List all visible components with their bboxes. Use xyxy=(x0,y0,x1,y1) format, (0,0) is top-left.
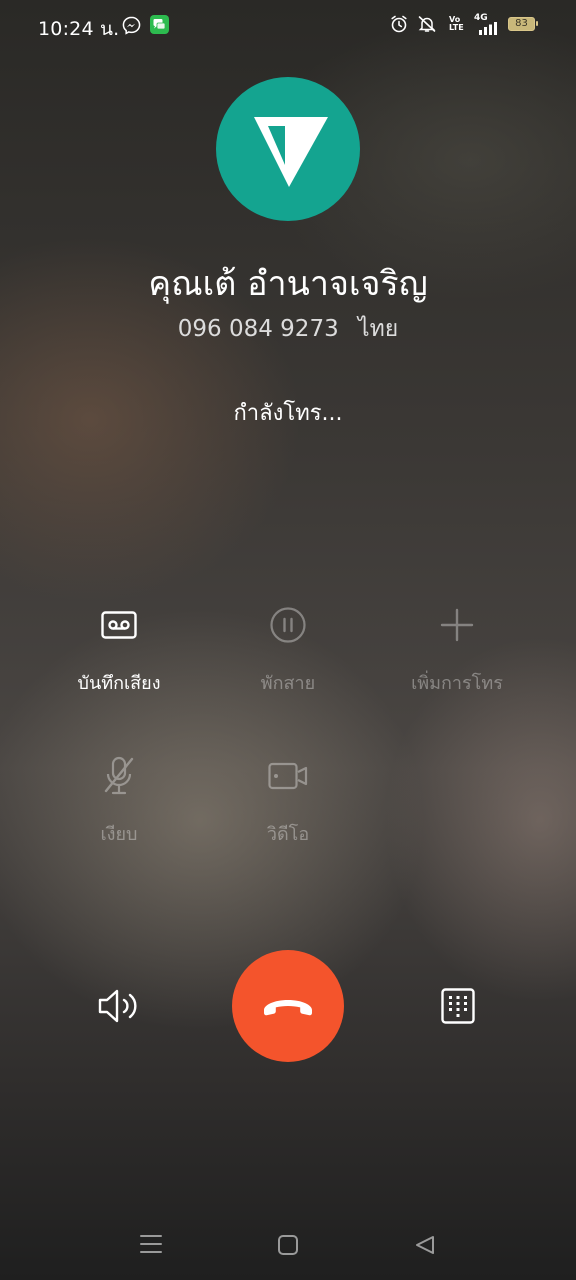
alarm-icon xyxy=(391,15,407,33)
messenger-icon xyxy=(122,16,141,35)
keypad-button[interactable] xyxy=(428,975,488,1037)
contact-country: ไทย xyxy=(358,316,399,342)
menu-icon[interactable] xyxy=(140,1234,162,1254)
call-status: กำลังโทร... xyxy=(233,401,343,426)
mute-button[interactable]: เงียบ xyxy=(29,753,209,848)
add-call-label: เพิ่มการโทร xyxy=(411,673,503,694)
hold-button[interactable]: พักสาย xyxy=(198,602,378,697)
messages-icon xyxy=(150,15,169,34)
hold-label: พักสาย xyxy=(260,673,316,694)
status-time: 10:24 น. xyxy=(38,18,120,40)
status-bar: 10:24 น. Vo LTE 4G 83 xyxy=(0,0,576,52)
pause-icon xyxy=(270,607,306,643)
contact-avatar xyxy=(216,77,360,221)
record-label: บันทึกเสียง xyxy=(77,673,161,694)
home-icon[interactable] xyxy=(277,1234,299,1256)
record-icon xyxy=(101,611,137,639)
add-call-button[interactable]: เพิ่มการโทร xyxy=(367,602,547,697)
end-call-button[interactable] xyxy=(232,950,344,1062)
mute-mic-icon xyxy=(104,756,134,795)
keypad-icon xyxy=(441,988,475,1024)
back-icon[interactable] xyxy=(414,1234,436,1256)
contact-name: คุณเต้ อำนาจเจริญ xyxy=(148,264,428,304)
volte-icon: Vo LTE xyxy=(449,15,464,32)
battery-icon: 83 xyxy=(508,17,538,31)
video-label: วิดีโอ xyxy=(266,824,310,845)
plus-icon xyxy=(440,608,474,642)
contact-details: 096 084 9273 ไทย xyxy=(0,311,576,347)
video-button[interactable]: วิดีโอ xyxy=(198,753,378,848)
speaker-button[interactable] xyxy=(88,975,148,1037)
contact-avatar-logo xyxy=(254,117,328,187)
mute-label: เงียบ xyxy=(100,824,138,845)
contact-number: 096 084 9273 xyxy=(177,316,339,342)
speaker-icon xyxy=(98,989,137,1023)
video-icon xyxy=(268,762,308,790)
navigation-bar xyxy=(0,1210,576,1280)
silent-bell-icon xyxy=(418,16,436,32)
signal-icon: 4G xyxy=(474,13,500,35)
end-call-icon xyxy=(264,1000,312,1016)
record-button[interactable]: บันทึกเสียง xyxy=(29,602,209,697)
